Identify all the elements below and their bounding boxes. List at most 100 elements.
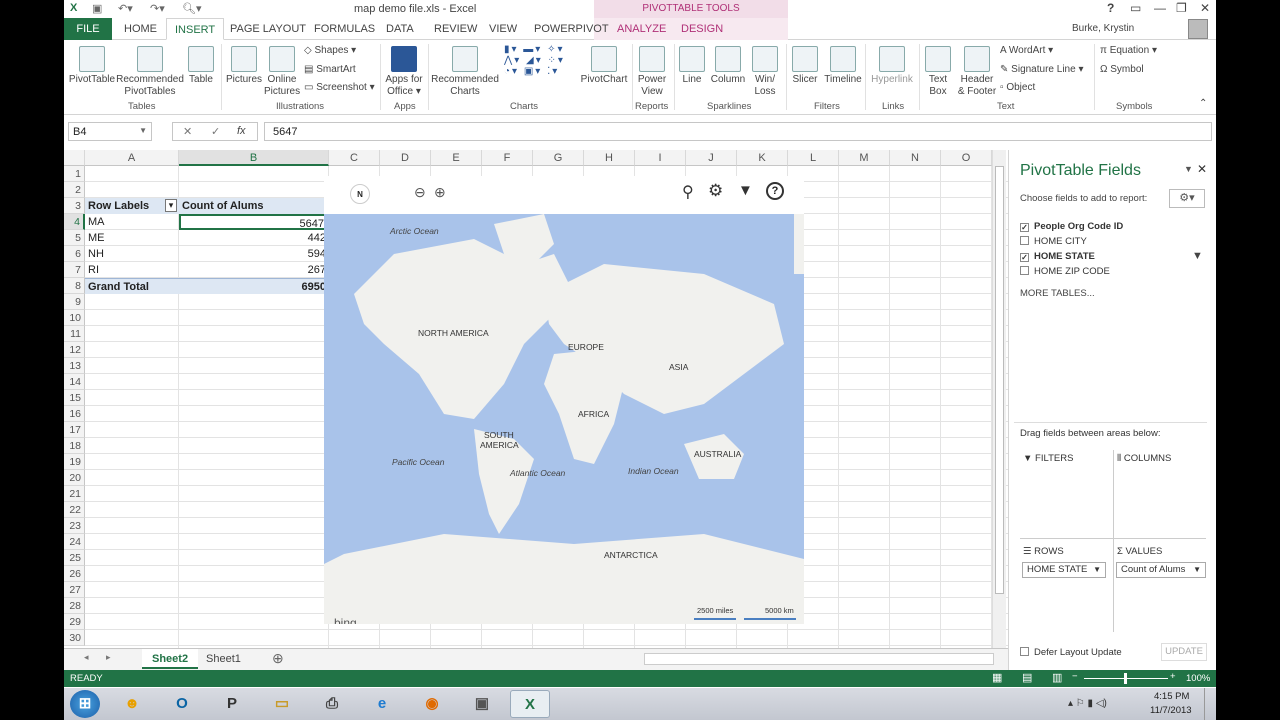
tab-insert[interactable]: INSERT xyxy=(166,18,225,40)
row-header[interactable]: 3 xyxy=(64,198,85,214)
apps-for-office-button[interactable]: Apps for Office ▾ xyxy=(382,46,426,98)
pane-close-icon[interactable]: ✕ xyxy=(1197,162,1207,176)
checkbox-icon[interactable] xyxy=(1020,647,1029,656)
row-header[interactable]: 22 xyxy=(64,502,85,518)
sheet-tab-sheet2[interactable]: Sheet2 xyxy=(142,649,199,669)
row-header[interactable]: 23 xyxy=(64,518,85,534)
column-header[interactable]: B xyxy=(179,150,329,166)
row-header[interactable]: 1 xyxy=(64,166,85,182)
pivot-row-label[interactable]: NH xyxy=(85,246,179,262)
column-header[interactable]: E xyxy=(431,150,482,166)
signature-line-button[interactable]: ✎ Signature Line ▾ xyxy=(1000,64,1083,75)
shapes-button[interactable]: ◇ Shapes ▾ xyxy=(304,45,356,56)
row-header[interactable]: 25 xyxy=(64,550,85,566)
excel-taskbar-icon[interactable]: X xyxy=(510,690,550,718)
row-header[interactable]: 9 xyxy=(64,294,85,310)
clock-date[interactable]: 11/7/2013 xyxy=(1150,705,1192,716)
pictures-button[interactable]: Pictures xyxy=(224,46,264,86)
zoom-out-button[interactable]: − xyxy=(1072,671,1078,682)
user-name[interactable]: Burke, Krystin xyxy=(1064,18,1142,40)
column-header[interactable]: M xyxy=(839,150,890,166)
pane-options-icon[interactable]: ▼ xyxy=(1184,164,1193,174)
row-header[interactable]: 4 xyxy=(64,214,85,230)
page-layout-view-icon[interactable]: ▤ xyxy=(1022,671,1032,684)
help-icon[interactable]: ? xyxy=(766,182,784,200)
vertical-scrollbar[interactable] xyxy=(992,150,1006,648)
tab-design[interactable]: DESIGN xyxy=(673,18,731,40)
publisher-icon[interactable]: P xyxy=(212,690,252,718)
columns-area[interactable]: ⦀ COLUMNS xyxy=(1117,453,1171,464)
printer-icon[interactable]: ⎙ xyxy=(312,690,352,718)
tab-analyze[interactable]: ANALYZE xyxy=(609,18,674,40)
redo-icon[interactable]: ↷▾ xyxy=(150,2,165,15)
column-header[interactable]: J xyxy=(686,150,737,166)
smartart-button[interactable]: ▤ SmartArt xyxy=(304,64,356,75)
column-header[interactable]: I xyxy=(635,150,686,166)
collapse-ribbon-icon[interactable]: ⌃ xyxy=(1199,98,1207,109)
filters-area[interactable]: ▼ FILTERS xyxy=(1023,453,1073,464)
row-header[interactable]: 27 xyxy=(64,582,85,598)
text-box-button[interactable]: Text Box xyxy=(922,46,954,98)
internet-explorer-icon[interactable]: e xyxy=(362,690,402,718)
row-header[interactable]: 20 xyxy=(64,470,85,486)
online-pictures-button[interactable]: Online Pictures xyxy=(264,46,300,98)
row-header[interactable]: 14 xyxy=(64,374,85,390)
zoom-out-icon[interactable]: ⊖ xyxy=(414,184,426,201)
window-app-icon[interactable]: ▣ xyxy=(462,690,502,718)
pivotchart-button[interactable]: PivotChart xyxy=(578,46,630,86)
ribbon-display-icon[interactable]: ▭ xyxy=(1130,1,1141,15)
column-header[interactable]: K xyxy=(737,150,788,166)
column-header[interactable]: G xyxy=(533,150,584,166)
close-button[interactable]: ✕ xyxy=(1200,1,1210,15)
taskbar-app-icon[interactable]: ☻ xyxy=(112,690,152,718)
help-button[interactable]: ? xyxy=(1107,1,1114,15)
recommended-charts-button[interactable]: Recommended Charts xyxy=(430,46,500,98)
scroll-sheets-left-icon[interactable]: ◂ xyxy=(84,652,89,663)
cancel-icon[interactable]: ✕ xyxy=(183,125,192,138)
row-header[interactable]: 28 xyxy=(64,598,85,614)
location-pin-icon[interactable]: ⚲ xyxy=(682,182,694,202)
header-footer-button[interactable]: Header & Footer xyxy=(954,46,1000,98)
chip-dropdown-icon[interactable]: ▼ xyxy=(1193,563,1201,577)
row-header[interactable]: 2 xyxy=(64,182,85,198)
hyperlink-button[interactable]: Hyperlink xyxy=(868,46,916,86)
column-header[interactable]: O xyxy=(941,150,992,166)
sparkline-winloss-button[interactable]: Win/Loss xyxy=(750,46,780,98)
row-header[interactable]: 29 xyxy=(64,614,85,630)
rows-field-chip[interactable]: HOME STATE ▼ xyxy=(1022,562,1106,578)
column-header[interactable]: F xyxy=(482,150,533,166)
select-all-corner[interactable] xyxy=(64,150,85,166)
zoom-level[interactable]: 100% xyxy=(1186,673,1210,684)
row-header[interactable]: 30 xyxy=(64,630,85,646)
horizontal-scrollbar[interactable] xyxy=(644,653,994,665)
update-button[interactable]: UPDATE xyxy=(1161,643,1207,661)
enter-icon[interactable]: ✓ xyxy=(211,125,220,138)
tab-home[interactable]: HOME xyxy=(116,18,165,40)
chart-type-icons[interactable]: ▮▾ ▬▾ ✧▾ ⋀▾ ◢▾ ⁘▾ ◔▾ ▣▾ ⁚▾ xyxy=(504,44,565,77)
tab-page-layout[interactable]: PAGE LAYOUT xyxy=(222,18,314,40)
row-header[interactable]: 5 xyxy=(64,230,85,246)
normal-view-icon[interactable]: ▦ xyxy=(992,671,1002,684)
screenshot-button[interactable]: ▭ Screenshot ▾ xyxy=(304,82,375,93)
row-header[interactable]: 19 xyxy=(64,454,85,470)
field-people-org-code-id[interactable]: ✓ People Org Code ID xyxy=(1020,221,1123,232)
pane-settings-gear-icon[interactable]: ⚙▾ xyxy=(1169,189,1205,208)
row-labels-filter-icon[interactable]: ▾ xyxy=(165,199,177,212)
checkbox-icon[interactable] xyxy=(1020,266,1029,275)
page-break-view-icon[interactable]: ▥ xyxy=(1052,671,1062,684)
column-header[interactable]: H xyxy=(584,150,635,166)
values-area[interactable]: Σ VALUES xyxy=(1117,546,1162,557)
column-header[interactable]: N xyxy=(890,150,941,166)
zoom-in-button[interactable]: + xyxy=(1170,671,1176,682)
row-header[interactable]: 11 xyxy=(64,326,85,342)
tab-file[interactable]: FILE xyxy=(64,18,112,40)
pivot-grand-total-label[interactable]: Grand Total xyxy=(85,278,179,294)
pivot-row-label[interactable]: ME xyxy=(85,230,179,246)
row-header[interactable]: 17 xyxy=(64,422,85,438)
defer-layout-update-checkbox[interactable]: Defer Layout Update xyxy=(1020,647,1122,658)
column-header[interactable]: D xyxy=(380,150,431,166)
tray-icons[interactable]: ▴ ⚐ ▮ ◁) xyxy=(1068,698,1107,709)
row-header[interactable]: 15 xyxy=(64,390,85,406)
row-header[interactable]: 21 xyxy=(64,486,85,502)
field-home-zip-code[interactable]: HOME ZIP CODE xyxy=(1020,266,1110,277)
